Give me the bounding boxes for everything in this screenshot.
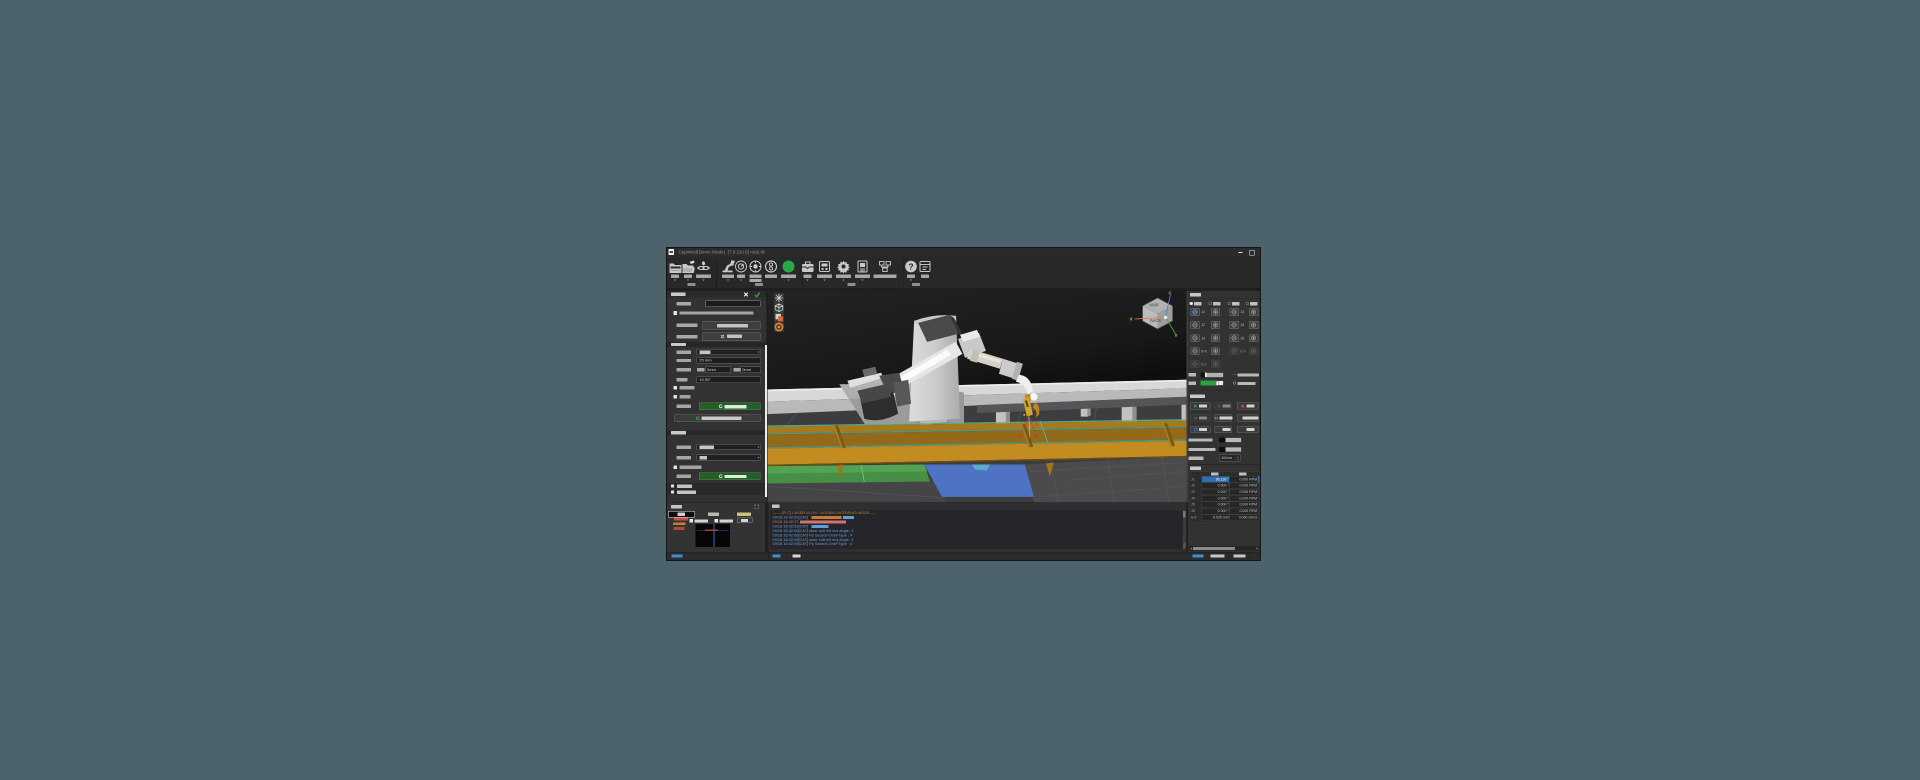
svg-text:Z: Z [1169, 291, 1172, 294]
svg-text:X: X [1130, 317, 1133, 322]
svg-text:?: ? [908, 261, 913, 271]
svg-text:Y: Y [1175, 333, 1178, 338]
